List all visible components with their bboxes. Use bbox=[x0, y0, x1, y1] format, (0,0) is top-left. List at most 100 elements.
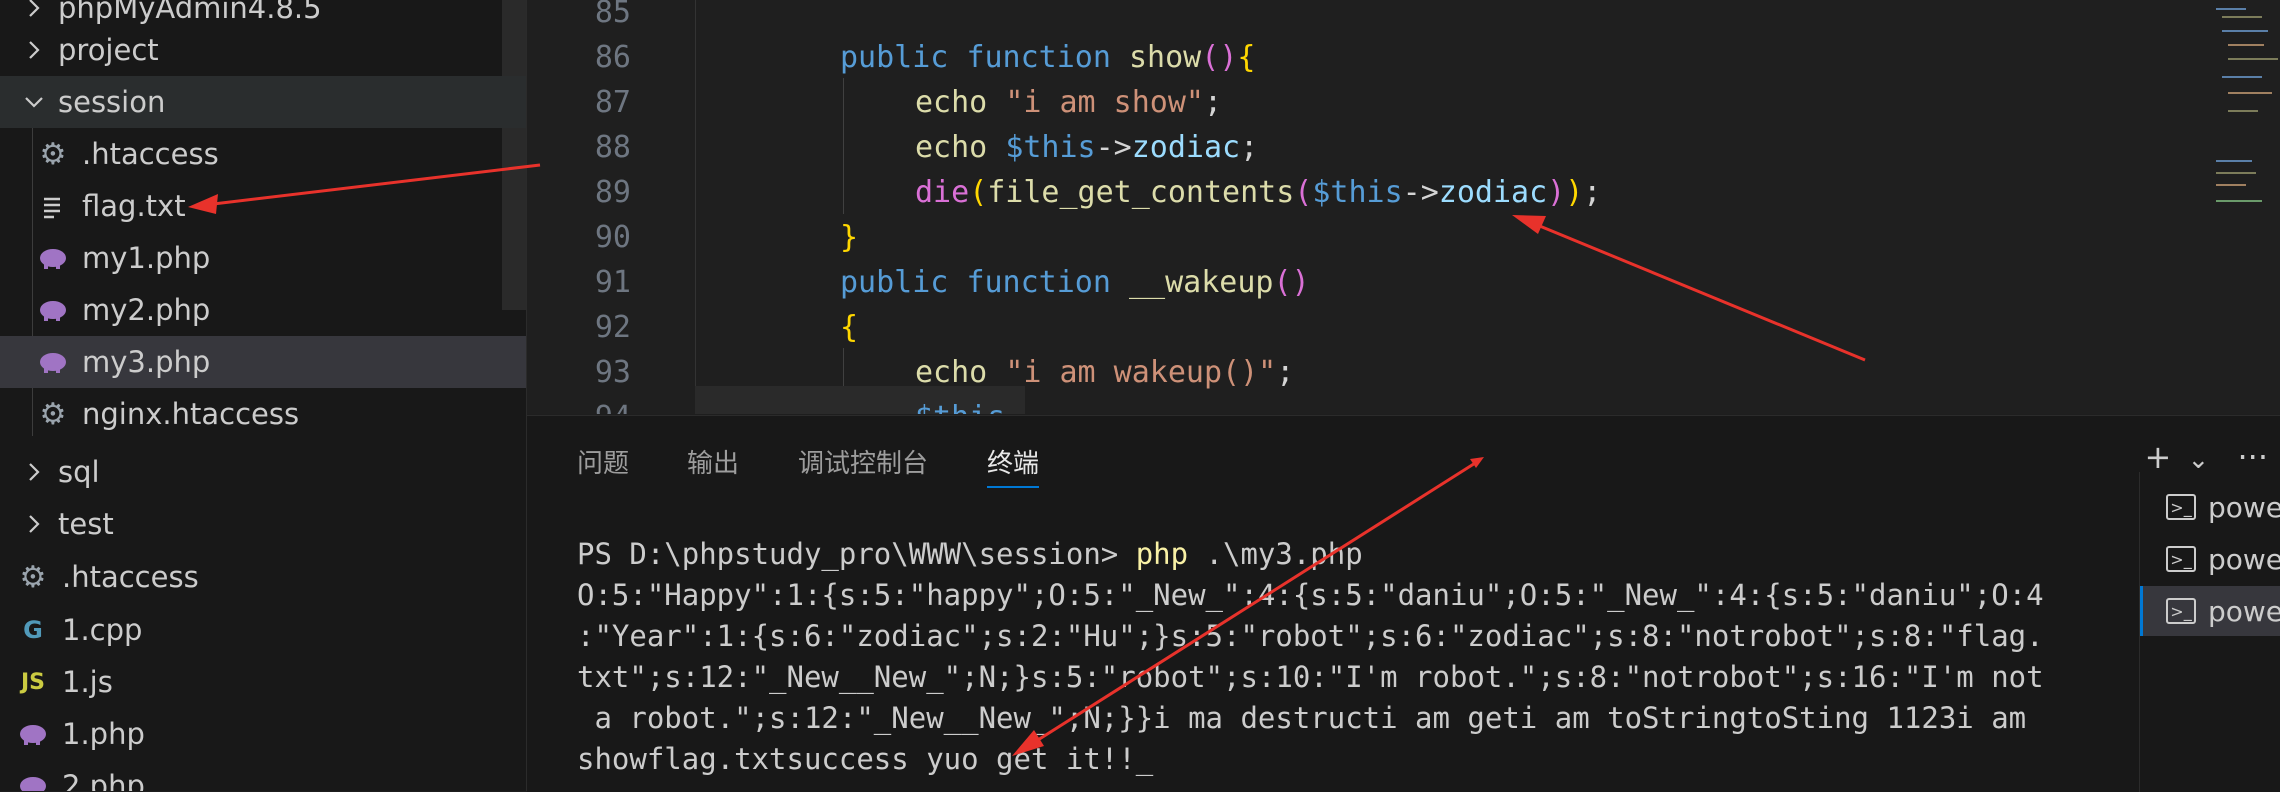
line-number: 86 bbox=[594, 40, 631, 75]
string-literal: "i am show" bbox=[1005, 85, 1204, 120]
code-line-88: echo $this->zodiac; bbox=[915, 125, 1258, 170]
chevron-right-icon bbox=[29, 0, 40, 17]
explorer-sidebar: phpMyAdmin4.8.5 project session ⚙ .htacc… bbox=[0, 0, 527, 791]
terminal-cursor: _ bbox=[1135, 742, 1154, 776]
terminal-icon: >_ bbox=[2166, 598, 2196, 624]
php-elephant-icon bbox=[40, 353, 66, 373]
tree-item-my2-php[interactable]: my2.php bbox=[0, 284, 526, 336]
tree-item-label: project bbox=[58, 33, 159, 67]
gear-icon: ⚙ bbox=[19, 559, 47, 595]
terminal-instance-label: powershell bbox=[2208, 594, 2280, 628]
tree-item-my3-php[interactable]: my3.php bbox=[0, 336, 526, 388]
more-actions-button[interactable]: ··· bbox=[2237, 438, 2268, 476]
indent-guide bbox=[843, 78, 844, 214]
tab-problems[interactable]: 问题 bbox=[577, 442, 629, 486]
add-terminal-button[interactable]: + bbox=[2145, 438, 2172, 476]
tree-item-root-htaccess[interactable]: ⚙ .htaccess bbox=[0, 551, 526, 603]
php-elephant-icon bbox=[20, 725, 46, 745]
tree-item-label: my2.php bbox=[82, 293, 211, 327]
code-line-86: public function show(){ bbox=[840, 35, 1255, 80]
terminal-line: a robot.";s:12:"_New__New_";N;}}i ma des… bbox=[577, 701, 2027, 735]
terminal-instance[interactable]: >_ powershell bbox=[2140, 534, 2280, 584]
paren: ) bbox=[1291, 265, 1310, 300]
keyword: echo bbox=[915, 355, 988, 390]
operator: -> bbox=[1402, 175, 1439, 210]
terminal-line: O:5:"Happy":1:{s:5:"happy";O:5:"_New_":4… bbox=[577, 578, 2044, 612]
tree-item-1-cpp[interactable]: G 1.cpp bbox=[0, 604, 526, 656]
punctuation: ; bbox=[1240, 130, 1259, 165]
code-line-87: echo "i am show"; bbox=[915, 80, 1222, 125]
punctuation: ; bbox=[1204, 85, 1223, 120]
terminal-line: :"Year":1:{s:6:"zodiac";s:2:"Hu";}s:5:"r… bbox=[577, 619, 2044, 653]
line-number: 92 bbox=[594, 310, 631, 345]
paren: ( bbox=[1294, 175, 1313, 210]
punctuation: ; bbox=[1276, 355, 1295, 390]
code-line-94: $this bbox=[915, 395, 1005, 414]
tree-item-project[interactable]: project bbox=[0, 24, 526, 76]
tree-item-nginx-htaccess[interactable]: ⚙ nginx.htaccess bbox=[0, 388, 526, 440]
panel-actions: + ⌄ ··· bbox=[2127, 438, 2268, 476]
tree-item-sql[interactable]: sql bbox=[0, 446, 526, 498]
terminal-prompt: PS D:\phpstudy_pro\WWW\session> bbox=[577, 537, 1136, 571]
line-number: 87 bbox=[594, 85, 631, 120]
terminal-instance[interactable]: >_ powershell bbox=[2140, 482, 2280, 532]
paren: ) bbox=[1547, 175, 1566, 210]
terminal-args: .\my3.php bbox=[1188, 537, 1363, 571]
property: zodiac bbox=[1438, 175, 1548, 210]
keyword: public bbox=[840, 265, 949, 300]
tree-item-htaccess[interactable]: ⚙ .htaccess bbox=[0, 128, 526, 180]
line-number: 85 bbox=[594, 0, 631, 30]
paren: ) bbox=[1219, 40, 1238, 75]
tree-item-label: .htaccess bbox=[62, 560, 199, 594]
line-number: 93 bbox=[594, 355, 631, 390]
tab-output[interactable]: 输出 bbox=[687, 442, 739, 486]
terminal-instance-label: powershell bbox=[2208, 542, 2280, 576]
tree-item-flag-txt[interactable]: flag.txt bbox=[0, 180, 526, 232]
tree-item-label: 2.php bbox=[62, 769, 145, 791]
string-literal: "i am wakeup()" bbox=[1005, 355, 1277, 390]
terminal-instance[interactable]: >_ powershell bbox=[2140, 586, 2280, 636]
property: zodiac bbox=[1131, 130, 1241, 165]
minimap[interactable] bbox=[2208, 0, 2280, 414]
tree-item-1-php[interactable]: 1.php bbox=[0, 708, 526, 760]
tree-item-label: sql bbox=[58, 455, 100, 489]
brace: { bbox=[1237, 40, 1256, 75]
terminal-command: php bbox=[1135, 537, 1189, 571]
cpp-icon: G bbox=[23, 616, 43, 644]
variable: $this bbox=[1005, 130, 1096, 165]
chevron-right-icon bbox=[29, 41, 40, 59]
code-editor[interactable]: 85 86 87 88 89 90 91 92 93 94 public fun… bbox=[527, 0, 2280, 414]
brace: { bbox=[840, 310, 859, 345]
paren: ( bbox=[1201, 40, 1220, 75]
php-elephant-icon bbox=[40, 249, 66, 269]
tree-item-label: 1.php bbox=[62, 717, 145, 751]
tab-terminal[interactable]: 终端 bbox=[987, 442, 1040, 488]
gear-icon: ⚙ bbox=[39, 396, 67, 432]
keyword: public bbox=[840, 40, 949, 75]
tree-item-my1-php[interactable]: my1.php bbox=[0, 232, 526, 284]
function-call: file_get_contents bbox=[987, 175, 1295, 210]
keyword: die bbox=[915, 175, 970, 210]
tree-item-1-js[interactable]: JS 1.js bbox=[0, 656, 526, 708]
terminal-output[interactable]: PS D:\phpstudy_pro\WWW\session> php .\my… bbox=[577, 534, 2137, 780]
keyword: echo bbox=[915, 85, 988, 120]
brace: } bbox=[840, 220, 859, 255]
code-line-91: public function __wakeup() bbox=[840, 260, 1310, 305]
line-number: 89 bbox=[594, 175, 631, 210]
code-line-89: die(file_get_contents($this->zodiac)); bbox=[915, 170, 1601, 215]
terminal-dropdown-button[interactable]: ⌄ bbox=[2188, 445, 2210, 475]
tree-item-label: flag.txt bbox=[82, 189, 186, 223]
tree-item-label: 1.cpp bbox=[62, 613, 143, 647]
line-number: 88 bbox=[594, 130, 631, 165]
keyword: function bbox=[966, 40, 1111, 75]
punctuation: ; bbox=[1583, 175, 1602, 210]
line-number: 91 bbox=[594, 265, 631, 300]
tree-item-2-php[interactable]: 2.php bbox=[0, 760, 526, 791]
tree-item-label: session bbox=[58, 85, 166, 119]
tab-debug-console[interactable]: 调试控制台 bbox=[798, 442, 928, 486]
tree-item-test[interactable]: test bbox=[0, 498, 526, 550]
tree-item-session[interactable]: session bbox=[0, 76, 526, 128]
chevron-down-icon bbox=[25, 97, 43, 108]
code-line-93: echo "i am wakeup()"; bbox=[915, 350, 1294, 395]
terminal-instance-label: powershell bbox=[2208, 490, 2280, 524]
